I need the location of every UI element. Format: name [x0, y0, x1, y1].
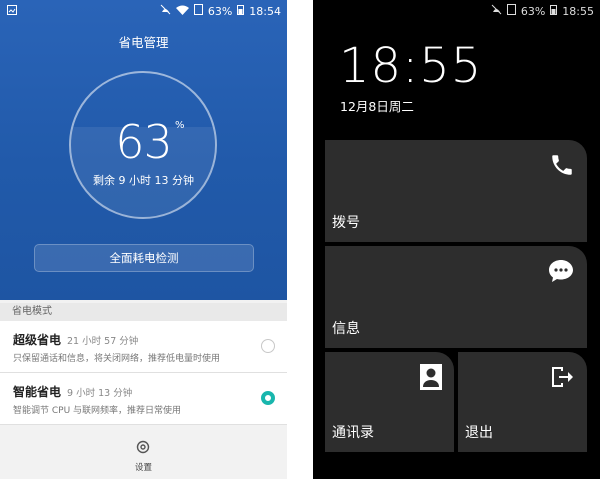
- mode-smart-saver[interactable]: 智能省电 9 小时 13 分钟 智能调节 CPU 与联网频率，推荐日常使用: [0, 373, 287, 425]
- ultra-saver-home: 63% 18:55 18:55 12月8日周二 拨号 信息 通讯录 退出: [313, 0, 600, 479]
- clock: 18:55: [339, 38, 483, 94]
- mute-icon: [160, 4, 171, 18]
- mode-name: 智能省电: [13, 385, 62, 399]
- tile-label: 信息: [332, 321, 360, 337]
- page-title: 省电管理: [118, 35, 169, 50]
- mode-duration: 9 小时 13 分钟: [67, 388, 133, 399]
- battery-header: 63% 18:54 省电管理 63 % 剩余 9 小时 13 分钟 全面耗电检测: [0, 0, 287, 300]
- mode-radio[interactable]: [261, 339, 275, 353]
- mode-description: 智能调节 CPU 与联网频率，推荐日常使用: [13, 406, 182, 416]
- date: 12月8日周二: [340, 99, 414, 114]
- tile-label: 退出: [465, 425, 493, 441]
- sim-icon: [193, 4, 203, 18]
- status-time: 18:55: [562, 4, 594, 18]
- section-header: 省电模式: [0, 303, 287, 321]
- percent-symbol: %: [175, 120, 185, 131]
- tile-dialer[interactable]: 拨号: [325, 140, 587, 242]
- battery-percent-status: 63%: [520, 4, 546, 18]
- gear-icon[interactable]: [135, 439, 151, 459]
- status-bar: 63% 18:55: [491, 4, 594, 18]
- wifi-icon: [175, 5, 189, 18]
- bottom-bar: 设置: [0, 428, 287, 479]
- mode-description: 只保留通话和信息，将关闭网络，推荐低电量时使用: [13, 354, 221, 364]
- tile-exit[interactable]: 退出: [458, 352, 587, 452]
- tile-contacts[interactable]: 通讯录: [325, 352, 454, 452]
- tile-label: 通讯录: [332, 425, 374, 441]
- phone-icon: [549, 152, 575, 182]
- battery-percent: 63: [115, 115, 173, 169]
- mode-duration: 21 小时 57 分钟: [67, 336, 139, 347]
- power-manager-screen: 63% 18:54 省电管理 63 % 剩余 9 小时 13 分钟 全面耗电检测…: [0, 0, 287, 479]
- full-scan-button[interactable]: 全面耗电检测: [34, 244, 254, 272]
- remaining-time: 剩余 9 小时 13 分钟: [93, 174, 194, 187]
- mode-name: 超级省电: [13, 333, 62, 347]
- exit-icon: [549, 364, 575, 394]
- battery-percent-status: 63%: [207, 4, 233, 18]
- mute-icon: [491, 4, 502, 18]
- status-time: 18:54: [249, 4, 281, 18]
- tile-messages[interactable]: 信息: [325, 246, 587, 348]
- contacts-icon: [420, 364, 442, 394]
- mode-radio-selected[interactable]: [261, 391, 275, 405]
- tile-label: 拨号: [332, 215, 360, 231]
- status-bar: 63% 18:54: [0, 0, 287, 20]
- mode-super-saver[interactable]: 超级省电 21 小时 57 分钟 只保留通话和信息，将关闭网络，推荐低电量时使用: [0, 321, 287, 373]
- screenshot-icon: [7, 5, 17, 18]
- battery-icon: [550, 4, 558, 18]
- settings-label[interactable]: 设置: [0, 461, 287, 473]
- sim-icon: [506, 4, 516, 18]
- battery-icon: [237, 4, 245, 18]
- message-icon: [547, 258, 575, 288]
